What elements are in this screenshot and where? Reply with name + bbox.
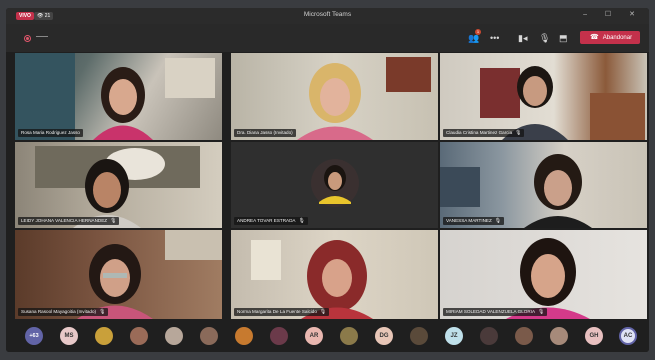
video-tile[interactable]: MIRIAM SOLEDAD VALENZUELA GLORIA 🎙 (440, 230, 647, 319)
participant-name: LEIDY JOHANA VALENCIA HERNANDEZ (21, 218, 108, 223)
teams-window: VIVO 👁 21 Microsoft Teams – ☐ ✕ 👥 1 ••• … (6, 8, 649, 352)
participant-name-label: LEIDY JOHANA VALENCIA HERNANDEZ 🎙 (18, 217, 120, 225)
meeting-toolbar: 👥 1 ••• ▮◂ 🎙 ⬒ ☎ Abandonar (6, 24, 649, 52)
participant-name-label: VANESSA MARTINEZ 🎙 (443, 217, 505, 225)
avatar[interactable] (270, 327, 288, 345)
participant-name: Norma Margarita De La Fuente Salcido (237, 309, 317, 314)
participant-strip: +63 MS AR DG JZ GH AC (6, 321, 649, 352)
avatar[interactable] (130, 327, 148, 345)
avatar[interactable] (480, 327, 498, 345)
avatar[interactable] (340, 327, 358, 345)
participant-name-label: Norma Margarita De La Fuente Salcido 🎙 (234, 308, 330, 316)
participant-name: Claudia Cristina Martinez Garcia (446, 130, 513, 135)
more-participants-button[interactable]: +63 (25, 327, 43, 345)
video-tile[interactable]: Rosa Maria Rodriguez Jasso (15, 53, 222, 140)
participant-name: Dra. Diana Jasso (Invitado) (237, 130, 293, 135)
participant-name: Susana Rasool Mayagoitia (Invitado) (21, 309, 97, 314)
leave-button[interactable]: ☎ Abandonar (580, 31, 640, 44)
avatar[interactable] (95, 327, 113, 345)
avatar[interactable] (515, 327, 533, 345)
participant-name-label: ANDREA TOVAR ESTRADA 🎙 (234, 217, 308, 225)
participant-name-label: Rosa Maria Rodriguez Jasso (18, 129, 83, 137)
window-controls[interactable]: – ☐ ✕ (583, 10, 643, 18)
participant-video (251, 240, 373, 319)
avatar[interactable] (550, 327, 568, 345)
mic-muted-icon: 🎙 (319, 309, 327, 315)
more-options-icon[interactable]: ••• (490, 33, 499, 43)
avatar[interactable]: AC (619, 327, 637, 345)
video-tile[interactable]: VANESSA MARTINEZ 🎙 (440, 142, 647, 228)
participant-name: Rosa Maria Rodriguez Jasso (21, 130, 80, 135)
mic-muted-icon: 🎙 (110, 218, 117, 224)
participant-video (297, 57, 431, 140)
video-tile[interactable]: LEIDY JOHANA VALENCIA HERNANDEZ 🎙 (15, 142, 222, 228)
camera-icon[interactable]: ▮◂ (518, 33, 527, 43)
participant-video (440, 154, 592, 228)
meeting-timer (36, 36, 48, 37)
app-title: Microsoft Teams (303, 11, 352, 18)
leave-button-label: Abandonar (602, 35, 633, 41)
video-tile[interactable]: Susana Rasool Mayagoitia (Invitado) 🎙 (15, 230, 222, 319)
participants-badge: 1 (475, 29, 481, 35)
participant-name-label: MIRIAM SOLEDAD VALENZUELA GLORIA 🎙 (443, 308, 548, 316)
video-tile[interactable]: Claudia Cristina Martinez Garcia 🎙 (440, 53, 647, 140)
participant-video (480, 66, 645, 140)
avatar[interactable]: GH (585, 327, 603, 345)
avatar[interactable] (410, 327, 428, 345)
participant-video (506, 238, 590, 319)
participant-name: ANDREA TOVAR ESTRADA (237, 218, 296, 223)
avatar[interactable] (235, 327, 253, 345)
avatar[interactable] (200, 327, 218, 345)
participant-video (77, 230, 222, 319)
participant-avatar-photo (311, 159, 359, 207)
avatar[interactable]: MS (60, 327, 78, 345)
participant-video (35, 146, 200, 228)
video-tile[interactable]: ANDREA TOVAR ESTRADA 🎙 (231, 142, 438, 228)
avatar[interactable]: JZ (445, 327, 463, 345)
mic-muted-icon: 🎙 (298, 218, 305, 224)
participant-name-label: Susana Rasool Mayagoitia (Invitado) 🎙 (18, 308, 109, 316)
video-tile[interactable]: Norma Margarita De La Fuente Salcido 🎙 (231, 230, 438, 319)
participant-name: VANESSA MARTINEZ (446, 218, 492, 223)
avatar[interactable]: AR (305, 327, 323, 345)
phone-hangup-icon: ☎ (590, 34, 599, 41)
title-bar: VIVO 👁 21 Microsoft Teams – ☐ ✕ (6, 8, 649, 24)
mic-muted-icon: 🎙 (99, 309, 106, 315)
participant-video (15, 53, 215, 140)
participant-name: MIRIAM SOLEDAD VALENZUELA GLORIA (446, 309, 536, 314)
participant-name-label: Claudia Cristina Martinez Garcia 🎙 (443, 129, 525, 137)
video-tile[interactable]: Dra. Diana Jasso (Invitado) (231, 53, 438, 140)
participant-name-label: Dra. Diana Jasso (Invitado) (234, 129, 296, 137)
mic-muted-icon: 🎙 (494, 218, 502, 224)
mic-muted-icon: 🎙 (538, 309, 545, 315)
mic-muted-icon: 🎙 (515, 130, 522, 136)
recording-icon (24, 35, 31, 42)
avatar[interactable]: DG (375, 327, 393, 345)
avatar[interactable] (165, 327, 183, 345)
share-screen-icon[interactable]: ⬒ (559, 33, 568, 43)
mic-muted-icon[interactable]: 🎙 (539, 33, 550, 43)
